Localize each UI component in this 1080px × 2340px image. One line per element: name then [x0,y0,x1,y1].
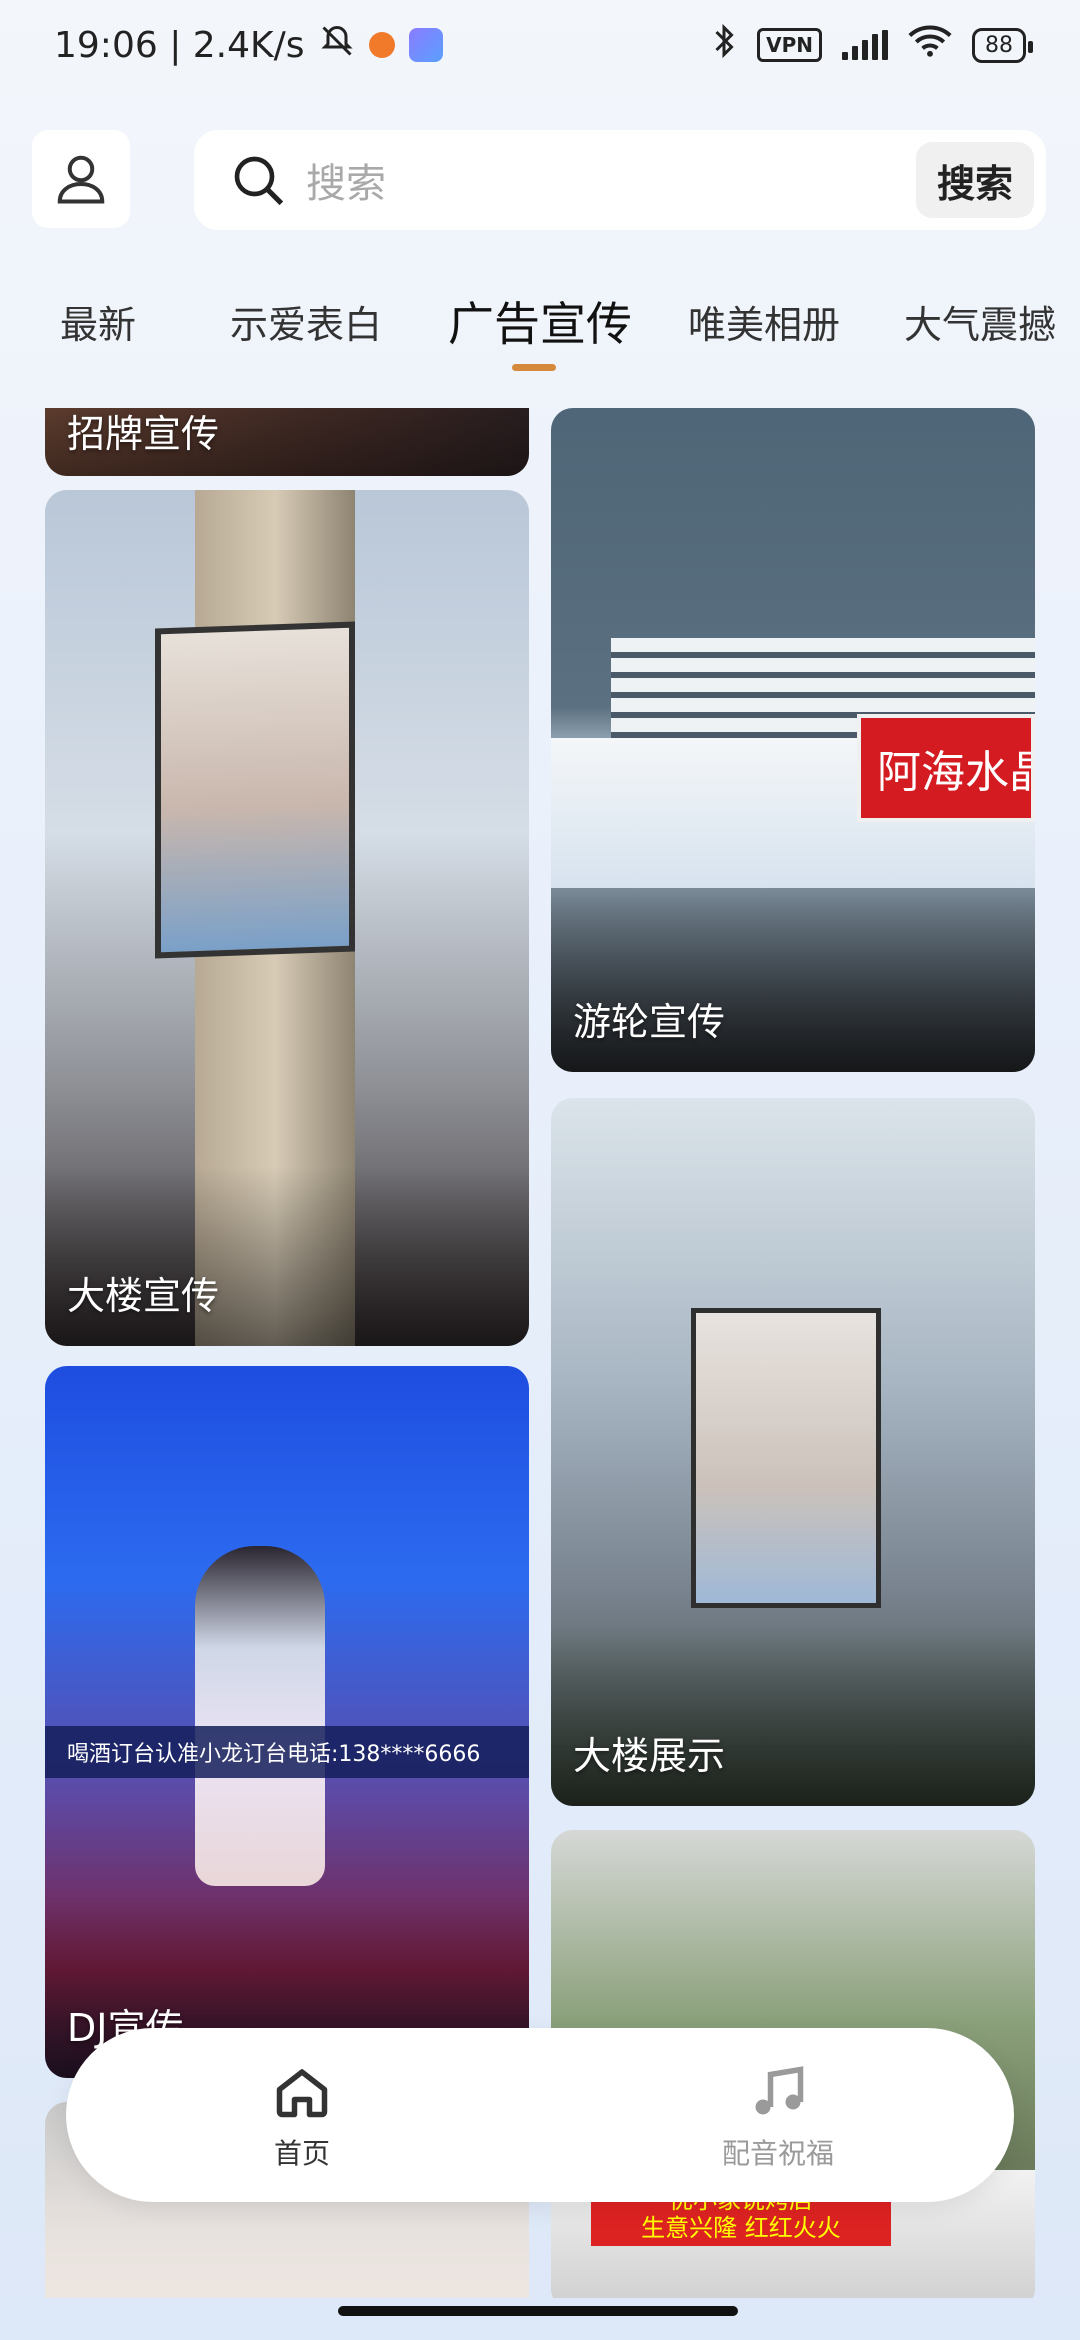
template-card[interactable]: 喝酒订台认准小龙订台电话:138****6666 DJ宣传 [45,1366,529,2078]
notification-app-icon [408,28,443,62]
nav-voice-blessing-label: 配音祝福 [721,2137,834,2170]
tab-latest[interactable]: 最新 [60,294,136,349]
vpn-badge: VPN [757,28,822,62]
card-label: 大楼展示 [573,1734,726,1778]
card-banner-line: 生意兴隆 红红火火 [641,2214,841,2242]
tab-love-confession[interactable]: 示爱表白 [230,294,382,349]
search-button[interactable]: 搜索 [916,142,1034,218]
card-image [155,621,355,959]
tab-grand[interactable]: 大气震撼 [904,294,1056,349]
user-icon [57,155,105,204]
wifi-icon [908,24,952,67]
search-input[interactable]: 搜索 [306,151,386,209]
template-card[interactable]: 大楼宣传 [45,490,529,1346]
bluetooth-icon [711,23,737,68]
template-card[interactable]: 招牌宣传 [45,408,529,476]
card-banner-text: 喝酒订台认准小龙订台电话:138****6666 [45,1726,529,1778]
nav-home-label: 首页 [273,2137,330,2170]
home-icon [276,2069,328,2118]
template-feed: 招牌宣传 大楼宣传 阿海水晶富 游轮宣传 大楼展示 喝酒订台认准小龙订台电话:1… [0,408,1080,2298]
tab-beautiful-album[interactable]: 唯美相册 [688,294,840,349]
card-label: 游轮宣传 [573,1000,726,1044]
mute-bell-icon [319,23,355,68]
profile-button[interactable] [32,130,130,228]
music-note-icon [755,2066,804,2115]
nav-home[interactable]: 首页 [202,2062,402,2172]
card-image [195,1546,325,1886]
card-image [691,1308,881,1608]
template-card[interactable]: 大楼展示 [551,1098,1035,1806]
card-label: 招牌宣传 [67,412,220,456]
template-card[interactable]: 阿海水晶富 游轮宣传 [551,408,1035,1072]
category-tabs: 最新 示爱表白 广告宣传 唯美相册 大气震撼 [0,280,1080,380]
nav-voice-blessing[interactable]: 配音祝福 [678,2062,878,2172]
search-bar[interactable]: 搜索 搜索 [194,130,1046,230]
status-time-speed: 19:06 | 2.4K/s [54,24,305,66]
active-tab-indicator [512,364,556,371]
signal-icon [842,30,888,60]
status-bar: 19:06 | 2.4K/s VPN 88 [0,0,1080,90]
search-icon [234,156,284,206]
card-banner-text: 阿海水晶富 [857,714,1035,822]
notification-app-icon [368,32,395,58]
home-indicator[interactable] [338,2306,738,2316]
tab-advertising[interactable]: 广告宣传 [448,288,632,354]
battery-indicator: 88 [972,27,1033,63]
card-label: 大楼宣传 [67,1274,220,1318]
bottom-navigation: 首页 配音祝福 [66,2028,1014,2202]
